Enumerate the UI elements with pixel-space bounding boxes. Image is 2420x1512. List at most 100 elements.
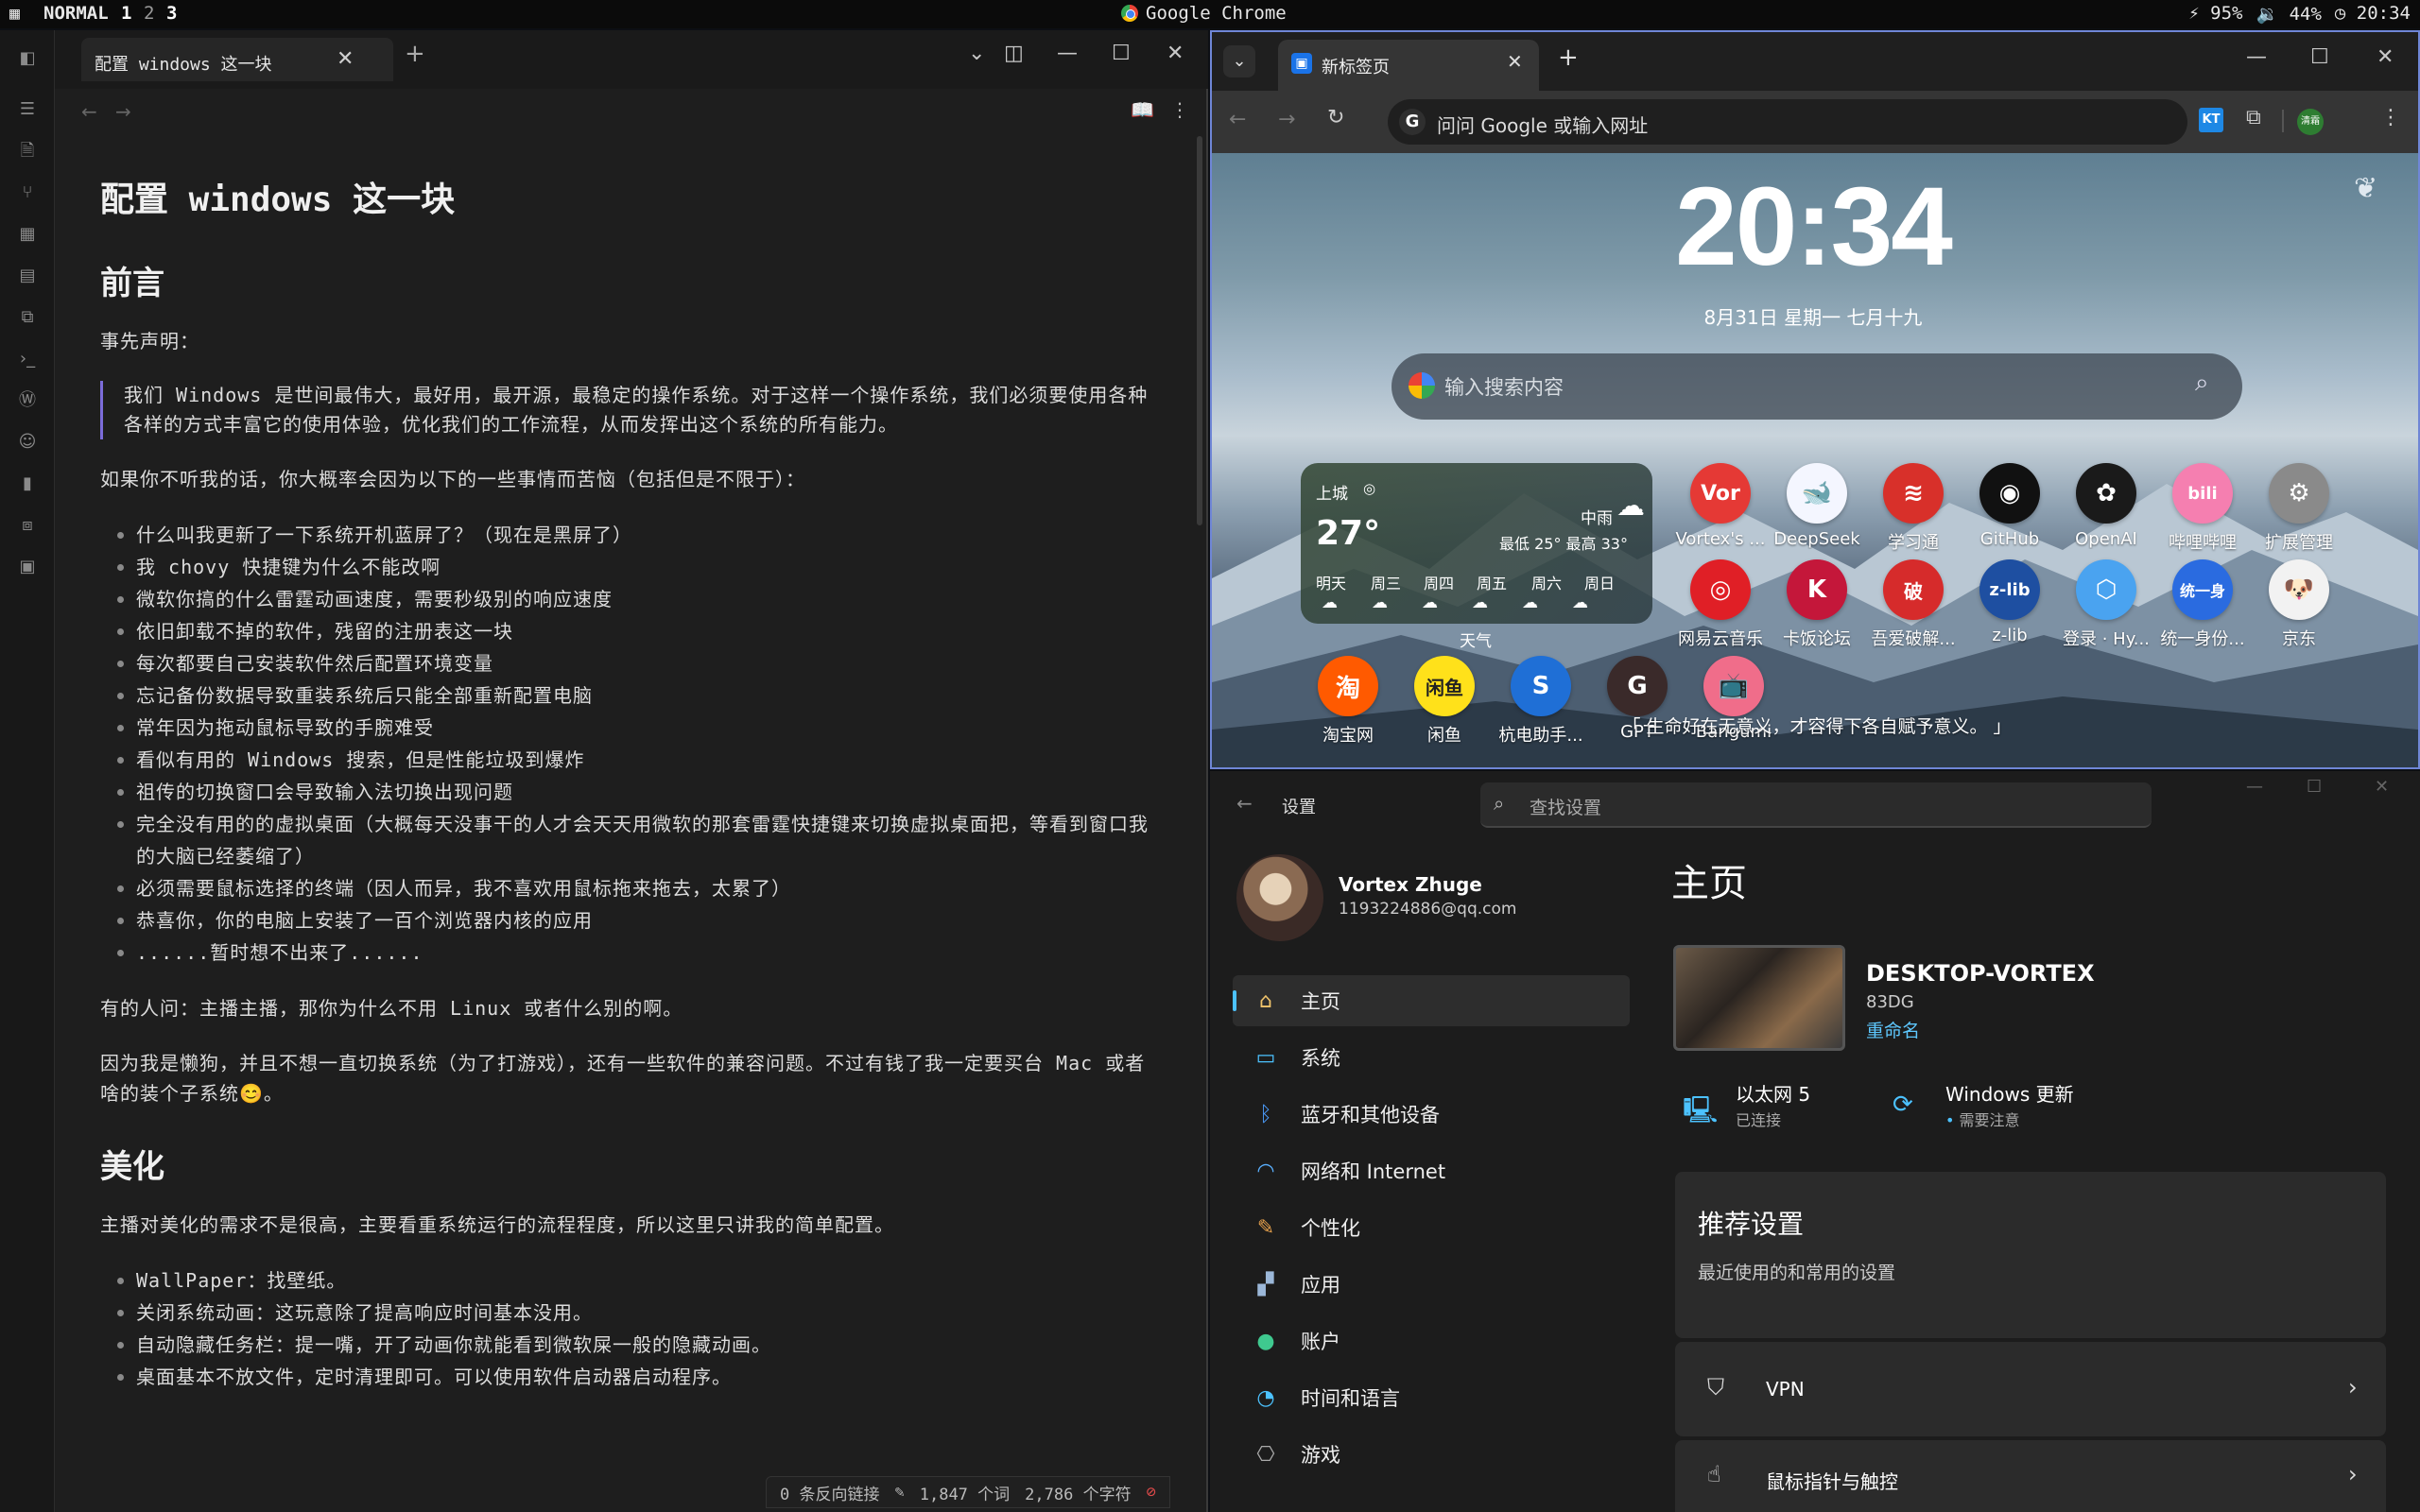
forward-arrow-icon[interactable]: → [115,100,131,123]
omnibox[interactable]: G 问问 Google 或输入网址 [1388,99,2187,145]
forward-icon[interactable]: → [1278,108,1295,131]
shortcut-vortex[interactable]: Vor Vortex's ... [1673,463,1768,549]
minimize-icon[interactable]: — [1057,42,1078,65]
nav-item-system[interactable]: ▭ 系统 [1233,1032,1630,1083]
workspace-3[interactable]: 3 [166,3,177,24]
shortcut-netease-music[interactable]: ◎ 网易云音乐 [1673,559,1768,650]
menu-grid-icon[interactable]: ▦ [9,4,20,24]
profile-avatar[interactable]: 清霜 [2297,109,2324,135]
maximize-icon[interactable]: ☐ [1112,42,1131,65]
rename-link[interactable]: 重命名 [1866,1017,1920,1042]
chevron-down-icon[interactable]: ⌄ [968,42,985,65]
shortcut-extensions[interactable]: ⚙ 扩展管理 [2252,463,2346,554]
battery-indicator[interactable]: ⚡ 95% [2188,3,2242,25]
shortcut-hy-login[interactable]: ⬡ 登录 · Hy... [2059,559,2153,650]
scrollbar[interactable] [1197,136,1202,525]
reading-mode-icon[interactable]: 📖 [1131,98,1154,121]
ethernet-title[interactable]: 以太网 5 [1736,1079,1810,1107]
back-icon[interactable]: ← [1229,108,1246,131]
close-window-icon[interactable]: ✕ [1167,42,1184,65]
workspace-2[interactable]: 2 [144,3,154,24]
nav-item-apps[interactable]: ▞ 应用 [1233,1259,1630,1310]
book-icon[interactable]: ▮ [16,472,39,495]
more-options-icon[interactable]: ⋮ [1170,98,1189,121]
shortcut-taobao[interactable]: 淘淘宝网 [1301,656,1395,747]
tab-current-note[interactable]: 配置 windows 这一块 ✕ [81,38,393,81]
vpn-row[interactable]: ⛉ VPN › [1675,1342,2386,1436]
minimize-icon[interactable]: — [2246,45,2267,69]
close-window-icon[interactable]: ✕ [2377,45,2394,69]
nav-item-gaming[interactable]: ⎔ 游戏 [1233,1429,1630,1480]
reload-icon[interactable]: ↻ [1327,106,1344,129]
zlib-icon: z-lib [1979,559,2040,620]
heading-preface: 前言 [100,265,164,302]
wordpress-icon[interactable]: Ⓦ [16,389,39,412]
copy-icon[interactable]: ⧉ [16,306,39,329]
update-title[interactable]: Windows 更新 [1945,1079,2074,1107]
graph-icon[interactable]: ⑂ [16,181,39,204]
nav-item-accounts[interactable]: ● 账户 [1233,1315,1630,1366]
new-tab-icon[interactable]: + [1558,43,1579,72]
newtab-search-box[interactable]: 输入搜索内容 ⌕ [1392,353,2242,420]
google-logo-icon[interactable] [1409,372,1435,399]
shortcut-xuexitong[interactable]: ≋ 学习通 [1866,463,1961,554]
leaf-icon[interactable]: ❦ [2354,172,2377,205]
file-icon[interactable]: 🗎 [16,140,39,163]
tab-new-tab[interactable]: ▣ 新标签页 ✕ [1278,40,1539,91]
nav-item-personalization[interactable]: ✎ 个性化 [1233,1202,1630,1253]
shortcut-kafan[interactable]: K 卡饭论坛 [1770,559,1864,650]
close-icon[interactable]: ✕ [2375,777,2389,797]
shortcut-github[interactable]: ◉ GitHub [1962,463,2057,549]
terminal-icon[interactable]: ›_ [16,348,39,370]
close-tab-icon[interactable]: ✕ [337,47,354,71]
minimize-icon[interactable]: — [2246,777,2263,797]
heading-beautify: 美化 [100,1148,164,1186]
ethernet-icon: 🖳 [1683,1094,1719,1125]
settings-search-input[interactable]: ⌕ 查找设置 [1480,782,2152,828]
tab-search-chevron-icon[interactable]: ⌄ [1223,45,1255,77]
shortcut-jd[interactable]: 🐶 京东 [2252,559,2346,650]
back-arrow-icon[interactable]: ← [1236,792,1253,815]
extension-kt-icon[interactable]: KT [2199,108,2223,132]
user-avatar[interactable] [1236,854,1323,941]
netease-music-icon: ◎ [1690,559,1751,620]
weather-widget[interactable]: 上城 ◎ 27° 中雨 ☁ 最低 25° 最高 33° 明天 周三 周四 周五 … [1301,463,1652,624]
shortcut-52pojie[interactable]: 破吾爱破解... [1866,559,1961,650]
nav-item-network[interactable]: ◠ 网络和 Internet [1233,1145,1630,1196]
daily-note-icon[interactable]: ▣ [16,556,39,578]
smile-icon[interactable]: ☺ [16,431,39,454]
shortcut-xianyu[interactable]: 闲鱼 闲鱼 [1397,656,1492,747]
calendar-icon[interactable]: ▤ [16,265,39,287]
search-icon[interactable]: ⌕ [2195,369,2209,398]
new-tab-icon[interactable]: + [405,40,425,68]
maximize-icon[interactable]: ☐ [2307,777,2322,797]
volume-indicator[interactable]: 🔉 44% [2256,3,2321,25]
chrome-menu-icon[interactable]: ⋮ [2380,106,2401,129]
sync-off-icon[interactable]: ⊘ [1147,1483,1156,1502]
shortcut-deepseek[interactable]: 🐋 DeepSeek [1770,463,1864,549]
mouse-touch-row[interactable]: ☝ 鼠标指针与触控 › [1675,1440,2386,1512]
bluetooth-icon: ᛒ [1259,1102,1272,1126]
sidebar-toggle-icon[interactable]: ◧ [16,47,39,70]
split-view-icon[interactable]: ◫ [1004,42,1024,65]
back-arrow-icon[interactable]: ← [81,100,97,123]
extensions-puzzle-icon[interactable]: ⧉ [2246,106,2261,129]
shortcut-bilibili[interactable]: bili 哔哩哔哩 [2155,463,2250,554]
chrome-icon [1121,5,1138,22]
canvas-icon[interactable]: ▦ [16,223,39,246]
close-tab-icon[interactable]: ✕ [1507,50,1523,73]
maximize-icon[interactable]: ☐ [2310,45,2329,69]
outline-icon[interactable]: ☰ [16,98,39,121]
workspace-1[interactable]: 1 [121,3,131,24]
nav-item-bluetooth[interactable]: ᛒ 蓝牙和其他设备 [1233,1089,1630,1140]
nav-item-time-language[interactable]: ◔ 时间和语言 [1233,1372,1630,1423]
clock-indicator[interactable]: ◷ 20:34 [2335,3,2411,25]
shortcut-unified-identity[interactable]: 统一身 统一身份... [2155,559,2250,650]
shortcut-openai[interactable]: ✿ OpenAI [2059,463,2153,549]
nav-item-home[interactable]: ⌂ 主页 [1233,975,1630,1026]
shortcut-label: 吾爱破解... [1871,629,1956,649]
layers-icon[interactable]: ⧈ [16,514,39,537]
shortcut-zlib[interactable]: z-lib z-lib [1962,559,2057,645]
backlinks-count[interactable]: 0 条反向链接 [780,1481,879,1504]
xuexitong-icon: ≋ [1883,463,1944,524]
